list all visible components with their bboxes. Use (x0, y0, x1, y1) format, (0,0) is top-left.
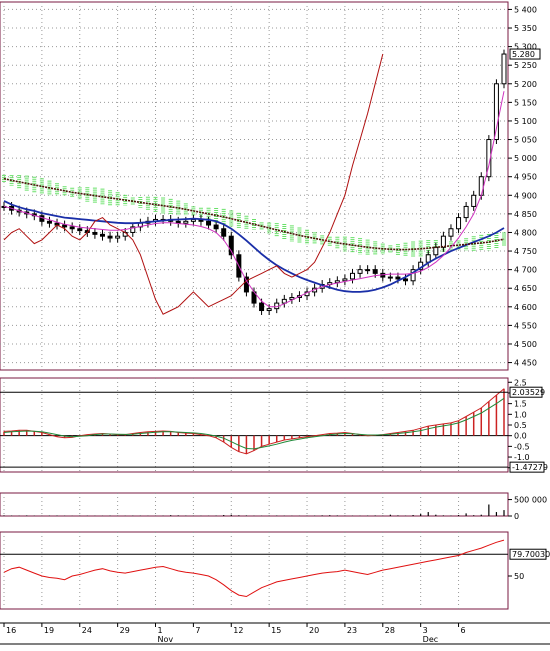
candle-body-29 (221, 228, 227, 237)
ytick-label-volume-1: 0 (514, 512, 519, 521)
candle-body-59 (448, 228, 454, 237)
candle-body-6 (46, 220, 52, 224)
ytick-label-macd-3: 1.0 (514, 410, 527, 419)
ichimoku-cloud (2, 174, 506, 257)
candle-body-10 (77, 228, 83, 232)
candle-body-63 (478, 176, 484, 196)
ytick-label-price-8: 5 000 (514, 154, 537, 163)
ytick-label-price-17: 4 550 (514, 321, 537, 330)
series-line-env_magenta (3, 91, 505, 308)
rsi-line (3, 539, 505, 598)
macd-lower-label: -1.47279 (512, 463, 548, 472)
candle-body-5 (39, 215, 45, 222)
ytick-label-macd-5: 0.0 (514, 432, 527, 441)
xtick-label-0: 16 (6, 626, 16, 635)
candle-body-13 (99, 233, 105, 237)
ytick-label-price-10: 4 900 (514, 191, 537, 200)
candle-body-57 (433, 246, 439, 256)
ytick-label-volume-0: 500 000 (514, 496, 547, 505)
xtick-label-8: 20 (309, 626, 319, 635)
series-line-lag_red (3, 53, 384, 315)
xtick-label-4: 1 (158, 626, 163, 635)
last-price-label: 5.280 (512, 50, 535, 59)
candle-body-60 (456, 217, 462, 230)
panel-frame-rsi (0, 531, 509, 610)
ytick-label-price-4: 5 200 (514, 80, 537, 89)
candle-body-32 (243, 276, 249, 293)
ytick-label-macd-4: 0.5 (514, 421, 527, 430)
ytick-label-price-9: 4 950 (514, 173, 537, 182)
ytick-label-price-18: 4 500 (514, 340, 537, 349)
candle-body-9 (69, 226, 75, 230)
candle-body-65 (493, 83, 499, 141)
candle-body-51 (387, 276, 393, 279)
macd-upper-label: 2.03529 (512, 388, 545, 397)
ytick-label-price-7: 5 050 (514, 136, 537, 145)
ytick-label-price-19: 4 450 (514, 359, 537, 368)
candle-body-46 (349, 272, 355, 280)
ytick-label-price-12: 4 800 (514, 228, 537, 237)
candle-body-35 (266, 308, 272, 312)
xtick-label-2: 24 (82, 626, 92, 635)
candle-body-8 (62, 224, 68, 228)
candle-body-53 (403, 278, 409, 282)
candles (1, 49, 507, 315)
ytick-label-price-5: 5 150 (514, 98, 537, 107)
candle-body-52 (395, 276, 401, 280)
xtick-month-4: Nov (158, 635, 174, 644)
xtick-label-6: 12 (233, 626, 243, 635)
candle-body-47 (357, 269, 363, 274)
xtick-label-9: 23 (347, 626, 357, 635)
ytick-label-price-13: 4 750 (514, 247, 537, 256)
xtick-label-11: 3 (423, 626, 428, 635)
ytick-label-price-6: 5 100 (514, 117, 537, 126)
ytick-label-macd-7: -1.0 (514, 453, 530, 462)
candle-body-15 (115, 235, 121, 239)
xtick-month-11: Dec (423, 635, 438, 644)
candle-body-34 (259, 302, 265, 312)
panel-frame-price (0, 1, 509, 371)
ytick-label-macd-0: 2.5 (514, 378, 527, 387)
candle-body-24 (183, 220, 189, 224)
candle-body-28 (213, 224, 219, 230)
panel-frame-volume (0, 492, 509, 517)
candle-body-62 (471, 194, 477, 207)
ytick-label-price-16: 4 600 (514, 303, 537, 312)
ytick-label-price-15: 4 650 (514, 284, 537, 293)
xtick-label-7: 15 (271, 626, 281, 635)
xtick-label-10: 28 (385, 626, 395, 635)
ytick-label-rsi-0: 50 (514, 572, 524, 581)
ytick-label-macd-2: 1.5 (514, 400, 527, 409)
ytick-label-price-0: 5 400 (514, 5, 537, 14)
candle-body-14 (107, 235, 113, 239)
ytick-label-macd-6: -0.5 (514, 442, 530, 451)
rsi-upper-label: 79.70030 (512, 550, 550, 559)
stock-chart: 5 4005 3505 3005 2505 2005 1505 1005 050… (0, 1, 550, 645)
candle-body-48 (365, 269, 371, 272)
ytick-label-price-11: 4 850 (514, 210, 537, 219)
candle-body-45 (342, 278, 348, 282)
ytick-label-price-14: 4 700 (514, 266, 537, 275)
xtick-label-5: 7 (195, 626, 200, 635)
candle-body-49 (372, 269, 378, 274)
candle-body-37 (281, 298, 287, 304)
ytick-label-price-3: 5 250 (514, 61, 537, 70)
candle-body-12 (92, 231, 98, 235)
candle-body-27 (206, 220, 212, 226)
xtick-label-1: 19 (44, 626, 54, 635)
xtick-label-3: 29 (120, 626, 130, 635)
xtick-label-12: 6 (461, 626, 466, 635)
candle-body-61 (463, 205, 469, 219)
candle-body-66 (501, 53, 507, 85)
ytick-label-price-1: 5 350 (514, 24, 537, 33)
candle-body-25 (190, 218, 196, 222)
